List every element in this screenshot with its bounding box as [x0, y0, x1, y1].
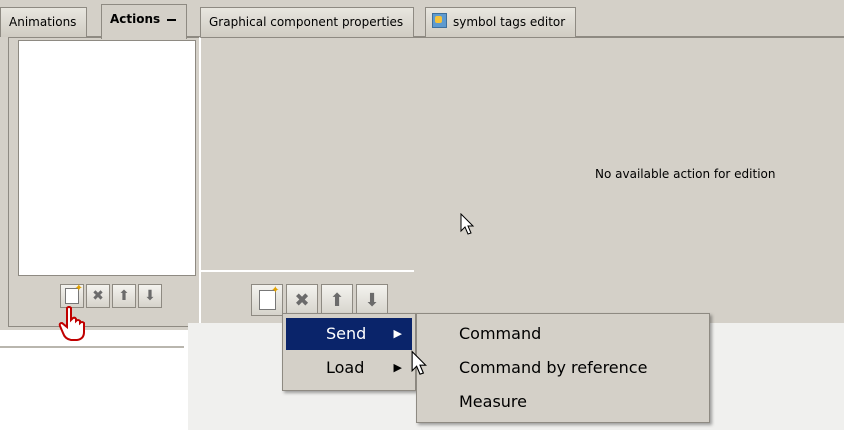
menu-item-send[interactable]: Send ▶	[286, 318, 412, 350]
divider	[0, 346, 184, 348]
menu-item-measure[interactable]: Measure	[417, 386, 709, 418]
menu-item-load[interactable]: Load ▶	[286, 352, 412, 384]
tab-animations[interactable]: Animations	[0, 7, 88, 38]
tab-strip: Animations Actions Graphical component p…	[0, 0, 844, 39]
move-up-button[interactable]: ⬆	[321, 284, 353, 316]
menu-item-label: Command	[459, 324, 542, 343]
move-down-button[interactable]: ⬇	[356, 284, 388, 316]
new-button[interactable]	[251, 284, 283, 316]
action-list[interactable]	[18, 40, 196, 276]
menu-item-command-by-reference[interactable]: Command by reference	[417, 352, 709, 384]
tab-label: Actions	[110, 12, 161, 26]
submenu-send: Command Command by reference Measure	[416, 313, 710, 423]
delete-icon: ✖	[92, 288, 104, 304]
arrow-up-icon: ⬆	[329, 289, 345, 311]
right-toolbar: ✖ ⬆ ⬇	[251, 284, 388, 316]
new-button[interactable]	[60, 283, 84, 308]
menu-item-label: Send	[326, 324, 367, 343]
arrow-down-icon: ⬇	[364, 289, 380, 311]
arrow-cursor-icon	[411, 350, 427, 375]
submenu-arrow-icon: ▶	[393, 361, 402, 374]
menu-item-label: Measure	[459, 392, 527, 411]
empty-message: No available action for edition	[595, 167, 776, 181]
tab-label: Animations	[9, 15, 77, 29]
tab-label: Graphical component properties	[209, 15, 404, 29]
tab-graphical-component-properties[interactable]: Graphical component properties	[200, 7, 415, 38]
symbol-tags-icon	[432, 13, 447, 28]
delete-icon: ✖	[294, 289, 310, 311]
tab-label: symbol tags editor	[453, 15, 566, 29]
tab-actions[interactable]: Actions	[101, 4, 188, 39]
divider	[199, 270, 414, 272]
move-down-button[interactable]: ⬇	[138, 284, 162, 308]
new-icon	[258, 285, 280, 310]
menu-item-label: Command by reference	[459, 358, 648, 377]
context-menu: Send ▶ Load ▶	[282, 313, 416, 391]
menu-item-command[interactable]: Command	[417, 318, 709, 350]
delete-button[interactable]: ✖	[286, 284, 318, 316]
new-icon	[65, 283, 83, 304]
delete-button[interactable]: ✖	[86, 284, 110, 308]
menu-item-label: Load	[326, 358, 365, 377]
arrow-up-icon: ⬆	[118, 288, 130, 304]
left-toolbar: ✖ ⬆ ⬇	[60, 283, 162, 308]
arrow-cursor-icon	[460, 213, 475, 235]
tab-symbol-tags-editor[interactable]: symbol tags editor	[425, 7, 577, 38]
hand-cursor-icon	[58, 306, 85, 341]
minimize-icon[interactable]	[167, 18, 177, 21]
arrow-down-icon: ⬇	[144, 288, 156, 304]
submenu-arrow-icon: ▶	[393, 327, 402, 340]
move-up-button[interactable]: ⬆	[112, 284, 136, 308]
